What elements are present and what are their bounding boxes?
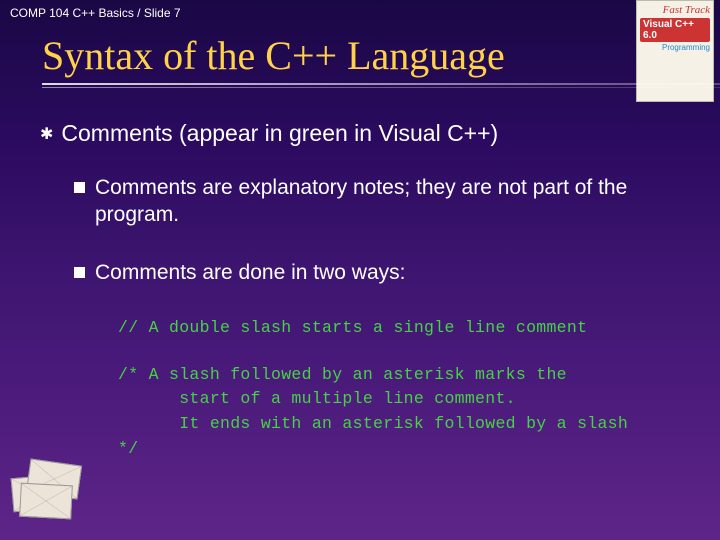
star-icon: ✱ <box>40 120 53 150</box>
book-line1: Fast Track <box>663 4 710 16</box>
bullet-sub1: Comments are explanatory notes; they are… <box>74 174 680 229</box>
bullet-main: ✱ Comments (appear in green in Visual C+… <box>40 120 680 150</box>
title-area: Syntax of the C++ Language <box>0 26 720 92</box>
square-icon <box>74 267 85 278</box>
breadcrumb: COMP 104 C++ Basics / Slide 7 <box>10 6 181 20</box>
bullet-sub2: Comments are done in two ways: <box>74 259 680 286</box>
title-underline-thin <box>42 87 720 88</box>
bullet-sub1-text: Comments are explanatory notes; they are… <box>95 174 680 229</box>
code-single-comment: // A double slash starts a single line c… <box>118 316 680 341</box>
envelope-icon <box>19 483 73 520</box>
bullet-main-text: Comments (appear in green in Visual C++) <box>61 120 498 147</box>
title-underline <box>42 83 720 85</box>
square-icon <box>74 182 85 193</box>
slide-title: Syntax of the C++ Language <box>42 32 720 79</box>
slide-content: ✱ Comments (appear in green in Visual C+… <box>0 92 720 462</box>
bullet-sub2-text: Comments are done in two ways: <box>95 259 405 286</box>
code-multi-comment: /* A slash followed by an asterisk marks… <box>118 363 680 462</box>
envelope-graphic <box>8 454 86 518</box>
breadcrumb-bar: COMP 104 C++ Basics / Slide 7 <box>0 0 720 26</box>
